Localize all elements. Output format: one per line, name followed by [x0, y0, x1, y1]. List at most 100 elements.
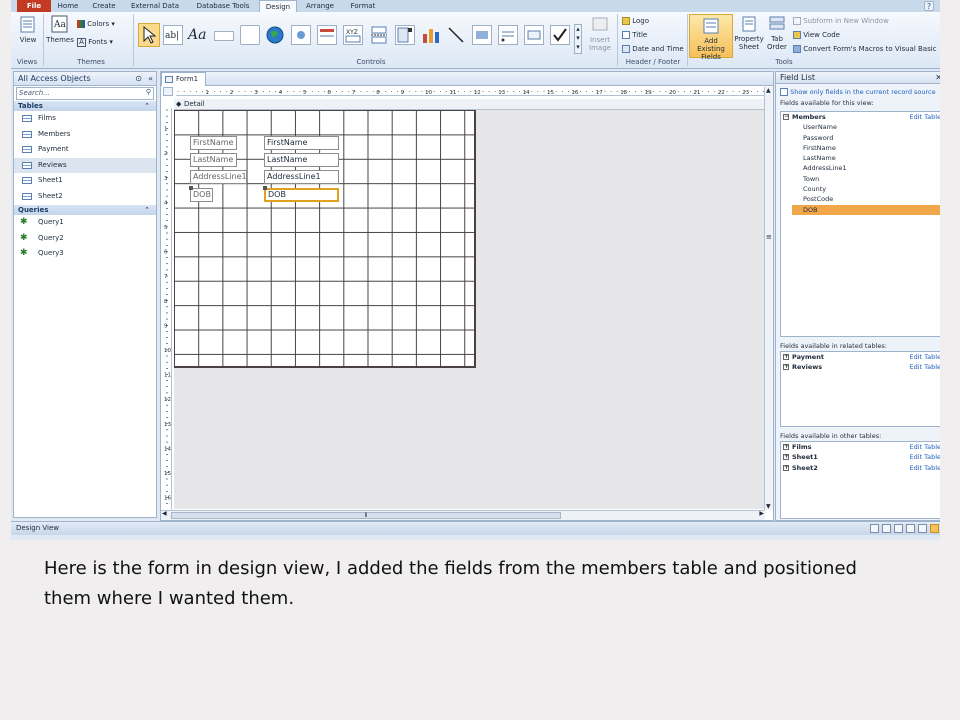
expand-icon[interactable]: + — [783, 444, 789, 450]
field-table-row[interactable]: + Sheet2 Edit Table — [781, 463, 940, 473]
scroll-thumb[interactable]: ⦀ — [171, 512, 561, 519]
chart-button[interactable] — [421, 25, 441, 45]
pivot-view-icon[interactable] — [906, 524, 915, 533]
nav-table-item[interactable]: Sheet2 — [14, 189, 156, 205]
colors-button[interactable]: Colors ▾ — [77, 18, 115, 30]
field-item[interactable]: FirstName — [781, 143, 940, 153]
nav-table-item[interactable]: Sheet1 — [14, 173, 156, 189]
layout-view-icon[interactable] — [894, 524, 903, 533]
view-button[interactable]: View — [15, 16, 41, 44]
edit-table-link[interactable]: Edit Table — [910, 463, 940, 473]
text-box-control-button[interactable]: ab| — [163, 25, 183, 45]
edit-table-link[interactable]: Edit Table — [910, 112, 940, 122]
field-table-row[interactable]: + Payment Edit Table — [781, 352, 940, 362]
tab-home[interactable]: Home — [51, 0, 85, 12]
tables-section-header[interactable]: Tables ⌃ — [14, 101, 156, 111]
scroll-down-icon[interactable]: ▼ — [766, 503, 771, 510]
hyperlink-control-button[interactable] — [265, 25, 285, 45]
field-item[interactable]: UserName — [781, 122, 940, 132]
expand-icon[interactable]: + — [783, 354, 789, 360]
expand-icon[interactable]: + — [783, 454, 789, 461]
edit-table-link[interactable]: Edit Table — [910, 352, 940, 362]
navigation-control-button[interactable] — [317, 25, 337, 45]
web-browser-control-button[interactable] — [291, 25, 311, 45]
title-button[interactable]: Title — [622, 29, 647, 41]
horizontal-scrollbar[interactable]: ◀ ⦀ ▶ — [161, 510, 765, 520]
pivot-chart-view-icon[interactable] — [918, 524, 927, 533]
check-box-button[interactable] — [550, 25, 570, 45]
field-table-row[interactable]: + Reviews Edit Table — [781, 362, 940, 372]
nav-table-item[interactable]: Payment — [14, 142, 156, 158]
nav-pane-header[interactable]: All Access Objects ⊙ « — [14, 72, 156, 86]
field-table-row[interactable]: + Films Edit Table — [781, 442, 940, 452]
logo-button[interactable]: Logo — [622, 15, 649, 27]
view-code-button[interactable]: View Code — [793, 29, 840, 41]
edit-table-link[interactable]: Edit Table — [910, 442, 940, 452]
form-view-icon[interactable] — [870, 524, 879, 533]
page-break-button[interactable] — [369, 25, 389, 45]
design-canvas[interactable]: FirstName LastName AddressLine1 DOB Firs… — [174, 110, 765, 509]
tab-file[interactable]: File — [17, 0, 51, 12]
insert-image-button[interactable]: Insert Image — [585, 16, 615, 52]
scroll-thumb[interactable]: ≡ — [766, 232, 772, 242]
expand-icon[interactable]: + — [783, 464, 789, 471]
edit-table-link[interactable]: Edit Table — [910, 362, 940, 372]
fonts-button[interactable]: A Fonts ▾ — [77, 36, 113, 48]
lastname-label[interactable]: LastName — [190, 153, 237, 167]
select-pointer-button[interactable] — [138, 23, 160, 47]
subform-new-window-button[interactable]: Subform in New Window — [793, 15, 889, 27]
edit-table-link[interactable]: Edit Table — [910, 452, 940, 462]
firstname-label[interactable]: FirstName — [190, 136, 237, 150]
tab-format[interactable]: Format — [343, 0, 383, 12]
dob-textbox-selected[interactable]: DOB — [264, 188, 339, 202]
nav-query-item[interactable]: ✱ Query1 — [14, 215, 156, 231]
move-handle[interactable] — [263, 186, 267, 190]
field-item[interactable]: LastName — [781, 153, 940, 163]
tab-design[interactable]: Design — [259, 0, 297, 12]
field-item[interactable]: Password — [781, 133, 940, 143]
tab-order-button[interactable]: Tab Order — [765, 15, 789, 51]
field-item[interactable]: Town — [781, 174, 940, 184]
label-control-button[interactable]: Aa — [188, 25, 208, 45]
lastname-textbox[interactable]: LastName — [264, 153, 339, 167]
nav-query-item[interactable]: ✱ Query3 — [14, 246, 156, 262]
close-icon[interactable]: ✕ — [935, 72, 940, 83]
scroll-left-icon[interactable]: ◀ — [162, 510, 167, 517]
nav-table-item[interactable]: Films — [14, 111, 156, 127]
dob-label[interactable]: DOB — [190, 188, 213, 202]
collapse-pane-icon[interactable]: « — [148, 72, 153, 85]
tab-database-tools[interactable]: Database Tools — [189, 0, 257, 12]
search-icon[interactable]: ⚲ — [146, 87, 151, 98]
controls-gallery-more-button[interactable]: ▴ ▾ ▾ — [574, 24, 582, 54]
toggle-button-control[interactable] — [472, 25, 492, 45]
scroll-up-icon[interactable]: ▲ — [766, 87, 771, 94]
add-existing-fields-button[interactable]: Add Existing Fields — [689, 14, 733, 61]
nav-table-item[interactable]: Members — [14, 127, 156, 143]
firstname-textbox[interactable]: FirstName — [264, 136, 339, 150]
themes-button[interactable]: Aa Themes — [46, 15, 74, 44]
convert-macros-button[interactable]: Convert Form's Macros to Visual Basic — [793, 43, 937, 55]
show-only-fields-link[interactable]: Show only fields in the current record s… — [776, 86, 940, 98]
list-box-button[interactable] — [498, 25, 518, 45]
move-handle[interactable] — [189, 186, 193, 190]
button-control-button[interactable] — [214, 31, 234, 41]
addressline1-textbox[interactable]: AddressLine1 — [264, 170, 339, 184]
scroll-right-icon[interactable]: ▶ — [759, 510, 764, 517]
option-group-button[interactable]: XYZ — [343, 25, 363, 45]
datasheet-view-icon[interactable] — [882, 524, 891, 533]
property-sheet-button[interactable]: Property Sheet — [734, 15, 764, 51]
line-button[interactable] — [446, 25, 466, 45]
expand-icon[interactable]: + — [783, 364, 789, 371]
nav-query-item[interactable]: ✱ Query2 — [14, 231, 156, 247]
members-table-row[interactable]: − Members Edit Table — [781, 112, 940, 122]
field-item[interactable]: County — [781, 184, 940, 194]
nav-search-input[interactable]: Search... ⚲ — [16, 87, 154, 100]
design-view-icon[interactable] — [930, 524, 939, 533]
vertical-scrollbar[interactable]: ▲ ≡ ▼ — [764, 87, 773, 510]
tab-create[interactable]: Create — [87, 0, 121, 12]
collapse-icon[interactable]: − — [783, 114, 789, 120]
combo-box-button[interactable] — [395, 25, 415, 45]
nav-table-item[interactable]: Reviews — [14, 157, 156, 173]
field-table-row[interactable]: + Sheet1 Edit Table — [781, 452, 940, 462]
tab-external-data[interactable]: External Data — [123, 0, 187, 12]
